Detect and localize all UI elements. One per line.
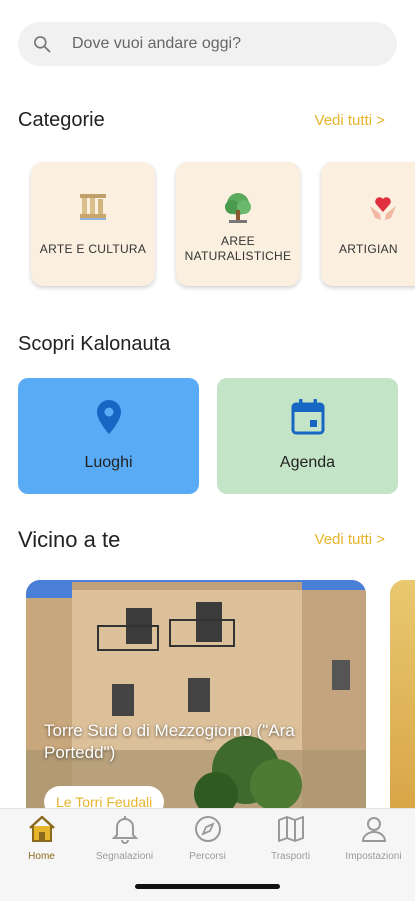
tab-label: Home (28, 851, 55, 862)
tile-luoghi[interactable]: Luoghi (18, 378, 199, 494)
calendar-icon (217, 398, 398, 436)
compass-icon (166, 813, 249, 845)
category-card-aree-naturalistiche[interactable]: AREE NATURALISTICHE (176, 162, 300, 286)
heart-hands-icon (321, 190, 415, 230)
person-icon (332, 813, 415, 845)
map-icon (249, 813, 332, 845)
category-label: ARTE E CULTURA (39, 242, 147, 256)
place-card[interactable]: Torre Sud o di Mezzogiorno ("Ara Portedd… (26, 580, 366, 820)
category-label: ARTIGIAN (339, 242, 398, 256)
categories-carousel[interactable]: ARTE E CULTURA AREE NATURALISTICHE ARTIG… (0, 158, 415, 296)
discover-title: Scopri Kalonauta (18, 333, 171, 355)
search-bar[interactable] (18, 22, 397, 66)
location-pin-icon (18, 398, 199, 436)
home-icon (0, 813, 83, 845)
place-card-title: Torre Sud o di Mezzogiorno ("Ara Portedd… (44, 721, 295, 762)
search-icon (34, 36, 51, 53)
bell-icon (83, 813, 166, 845)
search-input[interactable] (70, 34, 374, 54)
tab-label: Segnalazioni (95, 851, 154, 862)
tab-label: Impostazioni (345, 851, 402, 862)
nearby-see-all-link[interactable]: Vedi tutti > (315, 531, 385, 548)
tab-trasporti[interactable]: Trasporti (249, 813, 332, 862)
tile-label: Luoghi (84, 454, 133, 471)
category-card-artigianato[interactable]: ARTIGIAN (321, 162, 415, 286)
tab-impostazioni[interactable]: Impostazioni (332, 813, 415, 862)
categories-see-all-link[interactable]: Vedi tutti > (315, 112, 385, 129)
category-card-arte-cultura[interactable]: ARTE E CULTURA (31, 162, 155, 286)
columns-icon (31, 190, 155, 230)
place-card-next[interactable] (390, 580, 415, 820)
tab-label: Trasporti (270, 851, 311, 862)
home-indicator (135, 884, 280, 889)
category-label: AREE NATURALISTICHE (184, 234, 292, 263)
nearby-title: Vicino a te (18, 527, 121, 552)
tile-label: Agenda (279, 454, 336, 471)
tab-label: Percorsi (189, 851, 226, 862)
tab-home[interactable]: Home (0, 813, 83, 862)
tab-percorsi[interactable]: Percorsi (166, 813, 249, 862)
tree-icon (176, 190, 300, 230)
categories-title: Categorie (18, 109, 105, 131)
tab-segnalazioni[interactable]: Segnalazioni (83, 813, 166, 862)
tile-agenda[interactable]: Agenda (217, 378, 398, 494)
place-photo (26, 580, 366, 820)
